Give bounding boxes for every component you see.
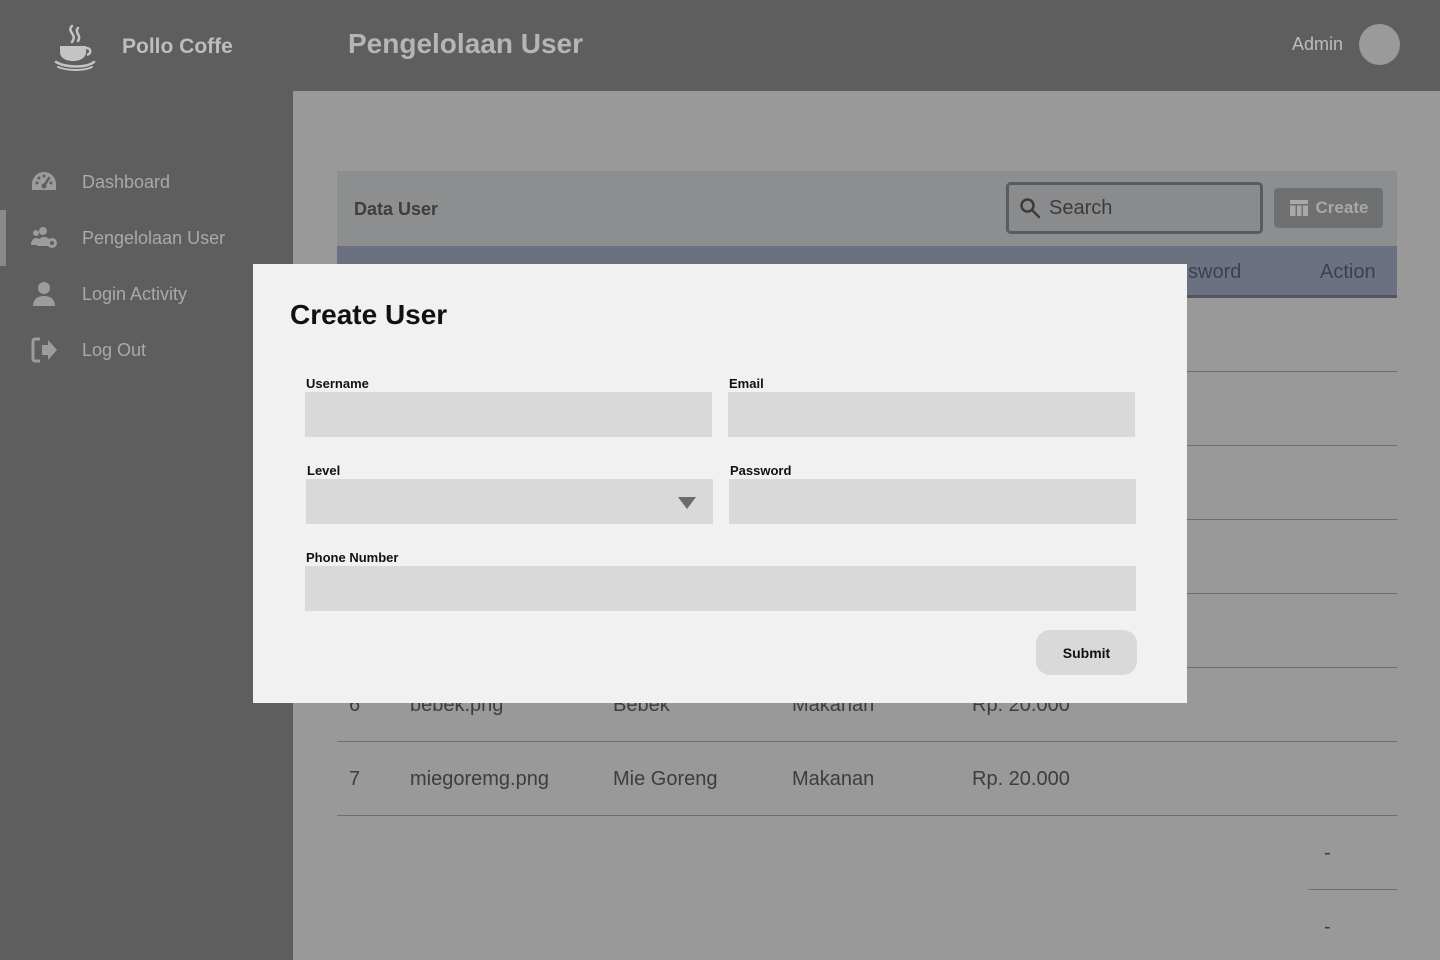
column-header-password: sword — [1188, 261, 1242, 283]
sidebar-item-logout[interactable]: Log Out — [0, 322, 293, 378]
sidebar-item-label: Login Activity — [82, 283, 188, 304]
user-menu[interactable]: Admin — [1292, 24, 1400, 65]
cell-no: 7 — [349, 768, 361, 790]
phone-field[interactable] — [305, 566, 1136, 611]
column-header-action: Action — [1320, 261, 1376, 283]
email-label: Email — [729, 376, 764, 391]
create-label: Create — [1315, 198, 1369, 217]
cell-action: - — [1324, 842, 1331, 864]
cell-image: miegoremg.png — [410, 768, 549, 790]
level-label: Level — [307, 463, 341, 478]
create-user-modal: Create User Username Email Level Passwor… — [253, 264, 1187, 703]
avatar[interactable] — [1359, 24, 1400, 65]
sidebar-item-dashboard[interactable]: Dashboard — [0, 154, 293, 210]
phone-label: Phone Number — [306, 550, 399, 565]
logout-icon — [30, 336, 58, 364]
chevron-down-icon — [678, 497, 696, 509]
password-label: Password — [730, 463, 792, 478]
card-header: Data User Search Create — [337, 171, 1397, 246]
sidebar-item-pengelolaan-user[interactable]: Pengelolaan User — [0, 210, 293, 266]
username-label: Username — [306, 376, 369, 391]
sidebar-item-label: Log Out — [82, 339, 147, 360]
cell-action: - — [1324, 916, 1331, 938]
app-name: Pollo Coffe — [122, 35, 233, 58]
username-field[interactable] — [305, 392, 712, 437]
top-header: Pollo Coffe Pengelolaan User Admin — [0, 0, 1440, 91]
modal-title: Create User — [290, 299, 448, 330]
cell-category: Makanan — [792, 768, 875, 790]
user-icon — [30, 280, 58, 308]
level-select[interactable] — [306, 479, 713, 524]
email-field[interactable] — [728, 392, 1135, 437]
page-title: Pengelolaan User — [348, 28, 583, 59]
table-row: 7 miegoremg.png Mie Goreng Makanan Rp. 2… — [337, 742, 1397, 816]
card-title: Data User — [354, 199, 439, 219]
search-input[interactable]: Search — [1006, 182, 1263, 234]
cell-name: Mie Goreng — [613, 768, 718, 790]
action-cell: - — [1308, 816, 1397, 890]
table-icon — [1289, 200, 1308, 216]
create-button[interactable]: Create — [1274, 188, 1383, 228]
sidebar-item-label: Dashboard — [82, 171, 171, 192]
search-icon — [1020, 198, 1041, 219]
users-cog-icon — [30, 224, 58, 252]
submit-button[interactable]: Submit — [1036, 630, 1137, 675]
cell-price: Rp. 20.000 — [972, 768, 1070, 790]
sidebar-item-label: Pengelolaan User — [82, 227, 226, 248]
action-cell: - — [1308, 890, 1397, 960]
search-placeholder: Search — [1049, 196, 1113, 219]
password-field[interactable] — [729, 479, 1136, 524]
coffee-cup-icon — [54, 24, 96, 71]
dashboard-gauge-icon — [30, 168, 58, 196]
sidebar-item-login-activity[interactable]: Login Activity — [0, 266, 293, 322]
brand[interactable]: Pollo Coffe — [50, 22, 233, 72]
user-name: Admin — [1291, 34, 1343, 54]
sidebar: Dashboard Pengelolaan User Login Activit… — [0, 91, 293, 960]
